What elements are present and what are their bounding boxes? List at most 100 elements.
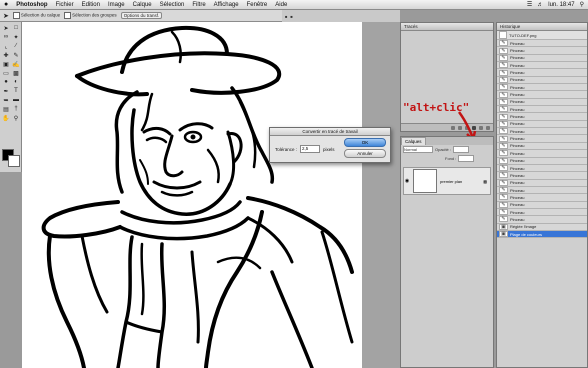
- notes-tool-icon[interactable]: ▤: [2, 105, 10, 113]
- history-panel-title[interactable]: Historique: [497, 23, 587, 31]
- spotlight-icon[interactable]: ⚲: [580, 1, 584, 8]
- fill-field[interactable]: [458, 155, 475, 162]
- dodge-tool-icon[interactable]: ◐: [12, 78, 20, 86]
- history-item[interactable]: ✎ Pinceau: [497, 150, 587, 158]
- history-item[interactable]: ✎ Pinceau: [497, 142, 587, 151]
- history-item-label: Pinceau: [510, 128, 525, 134]
- eraser-tool-icon[interactable]: ▭: [2, 69, 10, 77]
- history-item-label: Pinceau: [510, 55, 525, 61]
- layers-panel-tabs: Calques: [401, 137, 493, 145]
- history-item[interactable]: ✎ Pinceau: [497, 164, 587, 173]
- transform-options-button[interactable]: Options du transf.: [120, 12, 163, 19]
- history-item[interactable]: ✎ Pinceau: [497, 62, 587, 70]
- ok-button[interactable]: OK: [344, 138, 386, 147]
- history-item-label: Pinceau: [510, 121, 525, 127]
- history-brush-icon[interactable]: ✍: [12, 60, 20, 68]
- layer-row[interactable]: ◉ premier plan ▩: [403, 167, 491, 195]
- crop-tool-icon[interactable]: ⌞: [2, 42, 10, 50]
- history-item[interactable]: ✎ Pinceau: [497, 76, 587, 85]
- history-item[interactable]: ▣ Réglée l'image: [497, 223, 587, 231]
- magic-wand-tool-icon[interactable]: ✦: [12, 33, 20, 41]
- gradient-tool-icon[interactable]: ▩: [12, 69, 20, 77]
- menu-affichage[interactable]: Affichage: [210, 2, 243, 8]
- auto-select-layer-option[interactable]: Sélection du calque: [12, 12, 61, 19]
- history-snapshot[interactable]: TUTO-DEF.png: [497, 31, 587, 40]
- history-item[interactable]: ✎ Pinceau: [497, 54, 587, 63]
- history-item[interactable]: ✎ Pinceau: [497, 47, 587, 55]
- menu-edition[interactable]: Edition: [78, 2, 104, 8]
- history-item[interactable]: ✎ Pinceau: [497, 106, 587, 114]
- lasso-tool-icon[interactable]: ∞: [2, 33, 10, 41]
- healing-tool-icon[interactable]: ✚: [2, 51, 10, 59]
- option-label: Sélection des groupes: [72, 12, 117, 18]
- history-item[interactable]: ✎ Pinceau: [497, 172, 587, 180]
- marquee-tool-icon[interactable]: □: [12, 24, 20, 32]
- workspace-icon[interactable]: ■: [285, 14, 287, 19]
- move-tool-icon[interactable]: ➤: [3, 12, 9, 20]
- history-list: TUTO-DEF.png ✎ Pinceau ✎ Pinceau ✎ Pinceau ✎ Pi…: [497, 31, 587, 239]
- background-color-swatch[interactable]: [8, 155, 20, 167]
- menu-filtre[interactable]: Filtre: [188, 2, 209, 8]
- history-item[interactable]: ✎ Pinceau: [497, 84, 587, 92]
- paths-panel-title[interactable]: Tracés: [401, 23, 493, 31]
- history-item[interactable]: ✎ Pinceau: [497, 135, 587, 143]
- history-item-label: Pinceau: [510, 194, 525, 200]
- shape-tool-icon[interactable]: ▬: [12, 96, 20, 104]
- history-item[interactable]: ✎ Pinceau: [497, 186, 587, 195]
- history-item[interactable]: ✎ Pinceau: [497, 69, 587, 77]
- layers-panel: Calques Normal Opacité : Fond : ◉ premie…: [400, 136, 494, 368]
- history-item[interactable]: ✎ Pinceau: [497, 208, 587, 217]
- history-item[interactable]: ✎ Pinceau: [497, 98, 587, 107]
- brush-icon: ✎: [499, 172, 508, 179]
- menu-calque[interactable]: Calque: [129, 2, 156, 8]
- hand-tool-icon[interactable]: ✋: [2, 114, 10, 122]
- history-item[interactable]: ✎ Pinceau: [497, 120, 587, 129]
- zoom-tool-icon[interactable]: ⚲: [12, 114, 20, 122]
- menu-fenetre[interactable]: Fenêtre: [243, 2, 272, 8]
- blend-mode-select[interactable]: Normal: [403, 146, 433, 153]
- menu-image[interactable]: Image: [104, 2, 129, 8]
- layer-fill-row: Fond :: [401, 154, 493, 163]
- pen-tool-icon[interactable]: ✒: [2, 87, 10, 95]
- history-item[interactable]: ✎ Pinceau: [497, 113, 587, 121]
- stamp-tool-icon[interactable]: ▣: [2, 60, 10, 68]
- tab-layers[interactable]: Calques: [401, 137, 426, 145]
- history-item[interactable]: ✎ Pinceau: [497, 157, 587, 165]
- workspace-icon[interactable]: ■: [290, 14, 292, 19]
- move-tool-icon[interactable]: ➤: [2, 24, 10, 32]
- auto-select-group-option[interactable]: Sélection des groupes: [64, 12, 117, 19]
- option-label: Sélection du calque: [20, 12, 61, 18]
- menu-fichier[interactable]: Fichier: [52, 2, 78, 8]
- apple-icon[interactable]: ●: [0, 1, 12, 8]
- volume-icon[interactable]: ♬: [537, 2, 543, 8]
- history-item[interactable]: ✎ Pinceau: [497, 216, 587, 224]
- history-item[interactable]: ▣ Plage de couleurs: [497, 230, 587, 239]
- history-item[interactable]: ✎ Pinceau: [497, 91, 587, 99]
- brush-icon: ✎: [499, 106, 508, 113]
- slice-tool-icon[interactable]: ∕: [12, 42, 20, 50]
- blur-tool-icon[interactable]: ●: [2, 78, 10, 86]
- clock[interactable]: lun. 18:47: [548, 2, 574, 8]
- history-item[interactable]: ✎ Pinceau: [497, 201, 587, 209]
- history-item[interactable]: ✎ Pinceau: [497, 194, 587, 202]
- history-item[interactable]: ✎ Pinceau: [497, 40, 587, 48]
- path-select-tool-icon[interactable]: ➥: [2, 96, 10, 104]
- brush-tool-icon[interactable]: ✎: [12, 51, 20, 59]
- menu-aide[interactable]: Aide: [271, 2, 291, 8]
- eyedropper-tool-icon[interactable]: †: [12, 105, 20, 113]
- wifi-icon[interactable]: ☰: [527, 1, 532, 8]
- history-item[interactable]: ✎ Pinceau: [497, 179, 587, 187]
- checkbox-icon[interactable]: [12, 12, 20, 19]
- opacity-field[interactable]: [453, 146, 470, 153]
- eye-icon[interactable]: ◉: [404, 178, 410, 184]
- document-canvas[interactable]: [22, 22, 362, 368]
- history-item[interactable]: ✎ Pinceau: [497, 128, 587, 136]
- trash-icon[interactable]: [486, 125, 490, 130]
- layer-name[interactable]: premier plan: [440, 179, 462, 184]
- checkbox-icon[interactable]: [64, 12, 72, 19]
- type-tool-icon[interactable]: T: [12, 87, 20, 95]
- tolerance-input[interactable]: 2,5: [300, 145, 321, 153]
- menu-selection[interactable]: Sélection: [156, 2, 189, 8]
- cancel-button[interactable]: Annuler: [344, 149, 386, 158]
- menu-app-name[interactable]: Photoshop: [12, 2, 51, 8]
